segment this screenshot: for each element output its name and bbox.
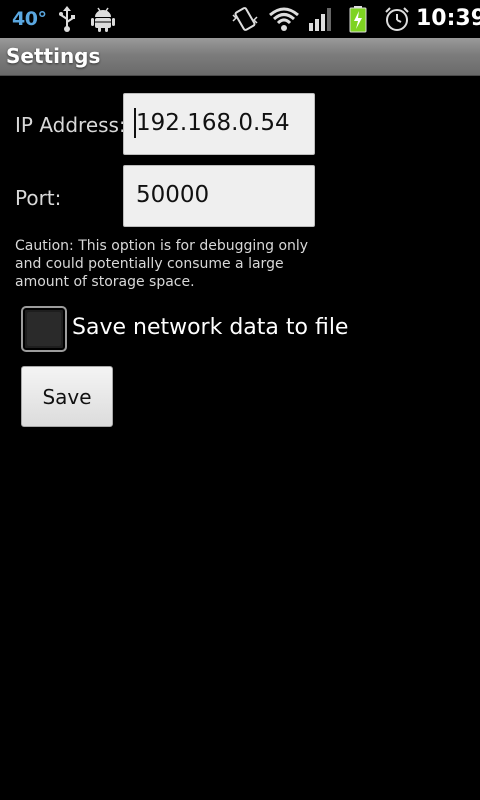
save-button[interactable]: Save: [21, 366, 113, 427]
port-input[interactable]: 50000: [123, 165, 315, 227]
vibrate-icon: [230, 5, 260, 37]
save-network-checkbox[interactable]: [21, 306, 67, 352]
status-bar: 40° 10:39: [0, 0, 480, 38]
usb-icon: [56, 5, 78, 37]
page-title: Settings: [6, 44, 101, 68]
ip-address-value: 192.168.0.54: [136, 110, 290, 136]
alarm-icon: [384, 5, 410, 37]
checkbox-box: [27, 312, 61, 346]
port-value: 50000: [136, 182, 210, 208]
caution-text: Caution: This option is for debugging on…: [15, 238, 309, 290]
ip-address-input[interactable]: 192.168.0.54: [123, 93, 315, 155]
save-network-label[interactable]: Save network data to file: [72, 315, 348, 340]
clock-time: 10:39: [416, 6, 480, 31]
android-debug-icon: [90, 5, 116, 37]
signal-icon: [308, 5, 334, 37]
title-bar: Settings: [0, 38, 480, 76]
battery-charging-icon: [348, 5, 368, 37]
temperature-text: 40°: [12, 8, 47, 30]
port-label: Port:: [15, 186, 62, 210]
ip-address-label: IP Address:: [15, 113, 126, 137]
wifi-icon: [268, 5, 300, 37]
